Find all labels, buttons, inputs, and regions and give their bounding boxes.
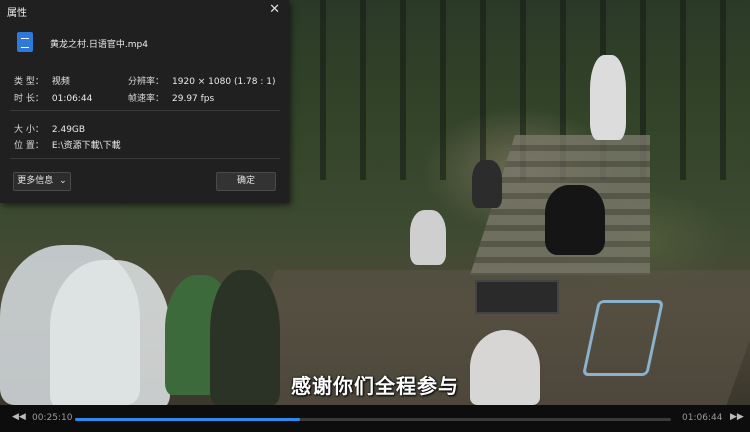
player-control-bar: ◀◀ 00:25:10 01:06:44 ▶▶ bbox=[0, 405, 750, 432]
type-label: 类 型： bbox=[14, 77, 44, 87]
size-row: 大 小： 2.49GB bbox=[14, 122, 85, 135]
chevron-down-icon: ⌄ bbox=[59, 176, 67, 186]
seek-bar[interactable] bbox=[75, 418, 671, 421]
size-label: 大 小： bbox=[14, 125, 44, 135]
location-row: 位 置： E:\资源下載\下載 bbox=[14, 138, 121, 151]
video-file-icon bbox=[17, 32, 33, 52]
duration-label: 时 长： bbox=[14, 94, 44, 104]
ok-button[interactable]: 确定 bbox=[216, 172, 276, 191]
duration-row: 时 长： 01:06:44 bbox=[14, 91, 92, 104]
person-sitting-2 bbox=[472, 160, 502, 208]
duration-value: 01:06:44 bbox=[51, 94, 93, 104]
file-name: 黄龙之村.日语官中.mp4 bbox=[50, 40, 148, 50]
person-standing-white bbox=[590, 55, 626, 140]
framerate-value: 29.97 fps bbox=[172, 94, 215, 104]
subtitle-text: 感谢你们全程参与 bbox=[291, 374, 459, 398]
seek-progress bbox=[75, 418, 300, 421]
location-label: 位 置： bbox=[14, 141, 44, 151]
total-time: 01:06:44 bbox=[682, 413, 723, 423]
previous-icon[interactable]: ◀◀ bbox=[12, 412, 26, 422]
divider bbox=[10, 110, 280, 111]
person-sitting-1 bbox=[410, 210, 446, 265]
type-row: 类 型： 视频 bbox=[14, 74, 70, 87]
next-icon[interactable]: ▶▶ bbox=[730, 412, 744, 422]
dialog-title: 属性 bbox=[7, 8, 27, 19]
framerate-row: 帧速率： 29.97 fps bbox=[128, 91, 214, 104]
person-sitting-dark bbox=[545, 185, 605, 255]
divider bbox=[10, 158, 280, 159]
current-time: 00:25:10 bbox=[32, 413, 73, 423]
resolution-value: 1920 × 1080 (1.78 : 1) bbox=[172, 77, 276, 87]
close-icon[interactable]: ✕ bbox=[269, 2, 280, 17]
resolution-row: 分辨率： 1920 × 1080 (1.78 : 1) bbox=[128, 74, 276, 87]
framerate-label: 帧速率： bbox=[128, 94, 165, 104]
location-value: E:\资源下載\下載 bbox=[51, 141, 121, 151]
grill bbox=[475, 280, 559, 314]
more-info-button[interactable]: 更多信息 ⌄ bbox=[13, 172, 71, 191]
size-value: 2.49GB bbox=[51, 125, 86, 135]
more-info-label: 更多信息 bbox=[17, 176, 54, 186]
type-value: 视频 bbox=[51, 77, 70, 87]
properties-dialog: 属性 ✕ 黄龙之村.日语官中.mp4 类 型： 视频 分辨率： 1920 × 108… bbox=[0, 0, 289, 203]
resolution-label: 分辨率： bbox=[128, 77, 165, 87]
